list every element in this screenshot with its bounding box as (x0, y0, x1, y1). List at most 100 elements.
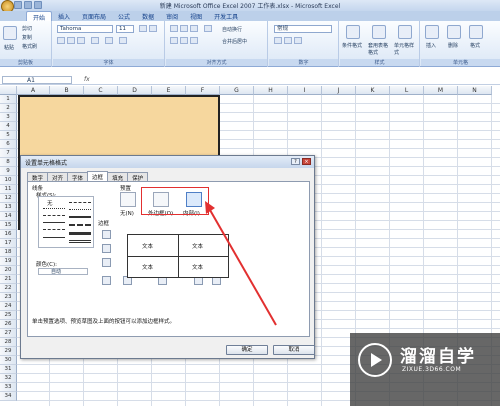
conditional-format-icon[interactable] (346, 25, 360, 39)
tab-number[interactable]: 数字 (27, 172, 49, 182)
row-header[interactable]: 9 (0, 167, 17, 176)
align-middle-icon[interactable] (180, 25, 188, 32)
row-header[interactable]: 11 (0, 185, 17, 194)
delete-button[interactable]: 删除 (448, 42, 458, 49)
cell-styles-icon[interactable] (398, 25, 412, 39)
row-header[interactable]: 13 (0, 203, 17, 212)
tab-developer[interactable]: 开发工具 (208, 11, 244, 21)
line-style[interactable] (69, 240, 91, 241)
row-header[interactable]: 33 (0, 383, 17, 392)
align-center-icon[interactable] (180, 37, 188, 44)
preset-none-button[interactable] (120, 192, 136, 207)
row-header[interactable]: 7 (0, 149, 17, 158)
insert-button[interactable]: 插入 (426, 42, 436, 49)
line-style[interactable] (69, 202, 91, 203)
row-header[interactable]: 3 (0, 113, 17, 122)
tab-formulas[interactable]: 公式 (112, 11, 136, 21)
cell-styles-button[interactable]: 单元格样式 (394, 42, 416, 56)
align-top-icon[interactable] (170, 25, 178, 32)
border-inside-h-button[interactable] (102, 244, 111, 253)
align-bottom-icon[interactable] (190, 25, 198, 32)
align-right-icon[interactable] (190, 37, 198, 44)
font-name-select[interactable]: Tahoma (57, 25, 113, 33)
merge-center-button[interactable]: 合并后居中 (222, 38, 247, 45)
row-header[interactable]: 23 (0, 293, 17, 302)
column-header[interactable]: F (186, 86, 220, 95)
name-box[interactable]: A1 (2, 76, 72, 84)
row-header[interactable]: 12 (0, 194, 17, 203)
row-header[interactable]: 30 (0, 356, 17, 365)
comma-icon[interactable] (294, 37, 302, 44)
underline-icon[interactable] (77, 37, 85, 44)
align-left-icon[interactable] (170, 37, 178, 44)
select-all-corner[interactable] (0, 86, 17, 95)
wrap-text-button[interactable]: 自动换行 (222, 26, 242, 33)
column-header[interactable]: C (84, 86, 118, 95)
row-header[interactable]: 10 (0, 176, 17, 185)
line-style[interactable] (43, 215, 65, 216)
tab-fill[interactable]: 填充 (107, 172, 129, 182)
row-header[interactable]: 6 (0, 140, 17, 149)
row-header[interactable]: 27 (0, 329, 17, 338)
tab-view[interactable]: 视图 (184, 11, 208, 21)
delete-cells-icon[interactable] (447, 25, 461, 39)
cancel-button[interactable]: 取消 (273, 345, 315, 355)
save-icon[interactable] (14, 1, 22, 9)
table-format-icon[interactable] (372, 25, 386, 39)
row-header[interactable]: 18 (0, 248, 17, 257)
column-header[interactable]: N (458, 86, 492, 95)
line-style[interactable] (43, 208, 65, 209)
row-header[interactable]: 8 (0, 158, 17, 167)
bold-icon[interactable] (57, 37, 65, 44)
row-header[interactable]: 16 (0, 230, 17, 239)
row-header[interactable]: 20 (0, 266, 17, 275)
row-header[interactable]: 24 (0, 302, 17, 311)
number-format-select[interactable]: 常规 (274, 25, 332, 33)
line-style[interactable] (69, 209, 91, 210)
column-header[interactable]: K (356, 86, 390, 95)
row-header[interactable]: 19 (0, 257, 17, 266)
tab-alignment[interactable]: 对齐 (47, 172, 69, 182)
font-color-icon[interactable] (119, 37, 127, 44)
row-header[interactable]: 26 (0, 320, 17, 329)
line-style[interactable] (69, 216, 91, 218)
column-header[interactable]: B (50, 86, 84, 95)
paste-button[interactable]: 粘贴 (4, 44, 14, 51)
border-icon[interactable] (91, 37, 99, 44)
line-style-list[interactable]: 无 (38, 196, 94, 248)
undo-icon[interactable] (24, 1, 32, 9)
ok-button[interactable]: 确定 (226, 345, 268, 355)
format-cells-icon[interactable] (469, 25, 483, 39)
line-style[interactable] (43, 229, 65, 230)
cut-button[interactable]: 剪切 (22, 25, 32, 32)
column-header[interactable]: E (152, 86, 186, 95)
table-format-button[interactable]: 套用表格格式 (368, 42, 390, 56)
line-style[interactable] (43, 237, 65, 238)
format-button[interactable]: 格式 (470, 42, 480, 49)
border-top-button[interactable] (102, 230, 111, 239)
border-preview[interactable]: 文本 文本 文本 文本 (127, 234, 229, 278)
close-icon[interactable]: × (302, 158, 311, 165)
row-header[interactable]: 17 (0, 239, 17, 248)
row-header[interactable]: 29 (0, 347, 17, 356)
grow-font-icon[interactable] (139, 25, 147, 32)
tab-protection[interactable]: 保护 (127, 172, 149, 182)
row-header[interactable]: 25 (0, 311, 17, 320)
tab-font[interactable]: 字体 (67, 172, 89, 182)
column-header[interactable]: A (17, 86, 50, 95)
style-none[interactable]: 无 (47, 199, 53, 207)
row-header[interactable]: 2 (0, 104, 17, 113)
tab-data[interactable]: 数据 (136, 11, 160, 21)
line-style[interactable] (69, 232, 91, 235)
row-header[interactable]: 31 (0, 365, 17, 374)
row-header[interactable]: 5 (0, 131, 17, 140)
border-bottom-button[interactable] (102, 258, 111, 267)
column-header[interactable]: I (288, 86, 322, 95)
line-style[interactable] (69, 224, 91, 226)
paste-icon[interactable] (3, 26, 17, 40)
percent-icon[interactable] (284, 37, 292, 44)
column-header[interactable]: M (424, 86, 458, 95)
column-header[interactable]: G (220, 86, 254, 95)
column-header[interactable]: D (118, 86, 152, 95)
italic-icon[interactable] (67, 37, 75, 44)
